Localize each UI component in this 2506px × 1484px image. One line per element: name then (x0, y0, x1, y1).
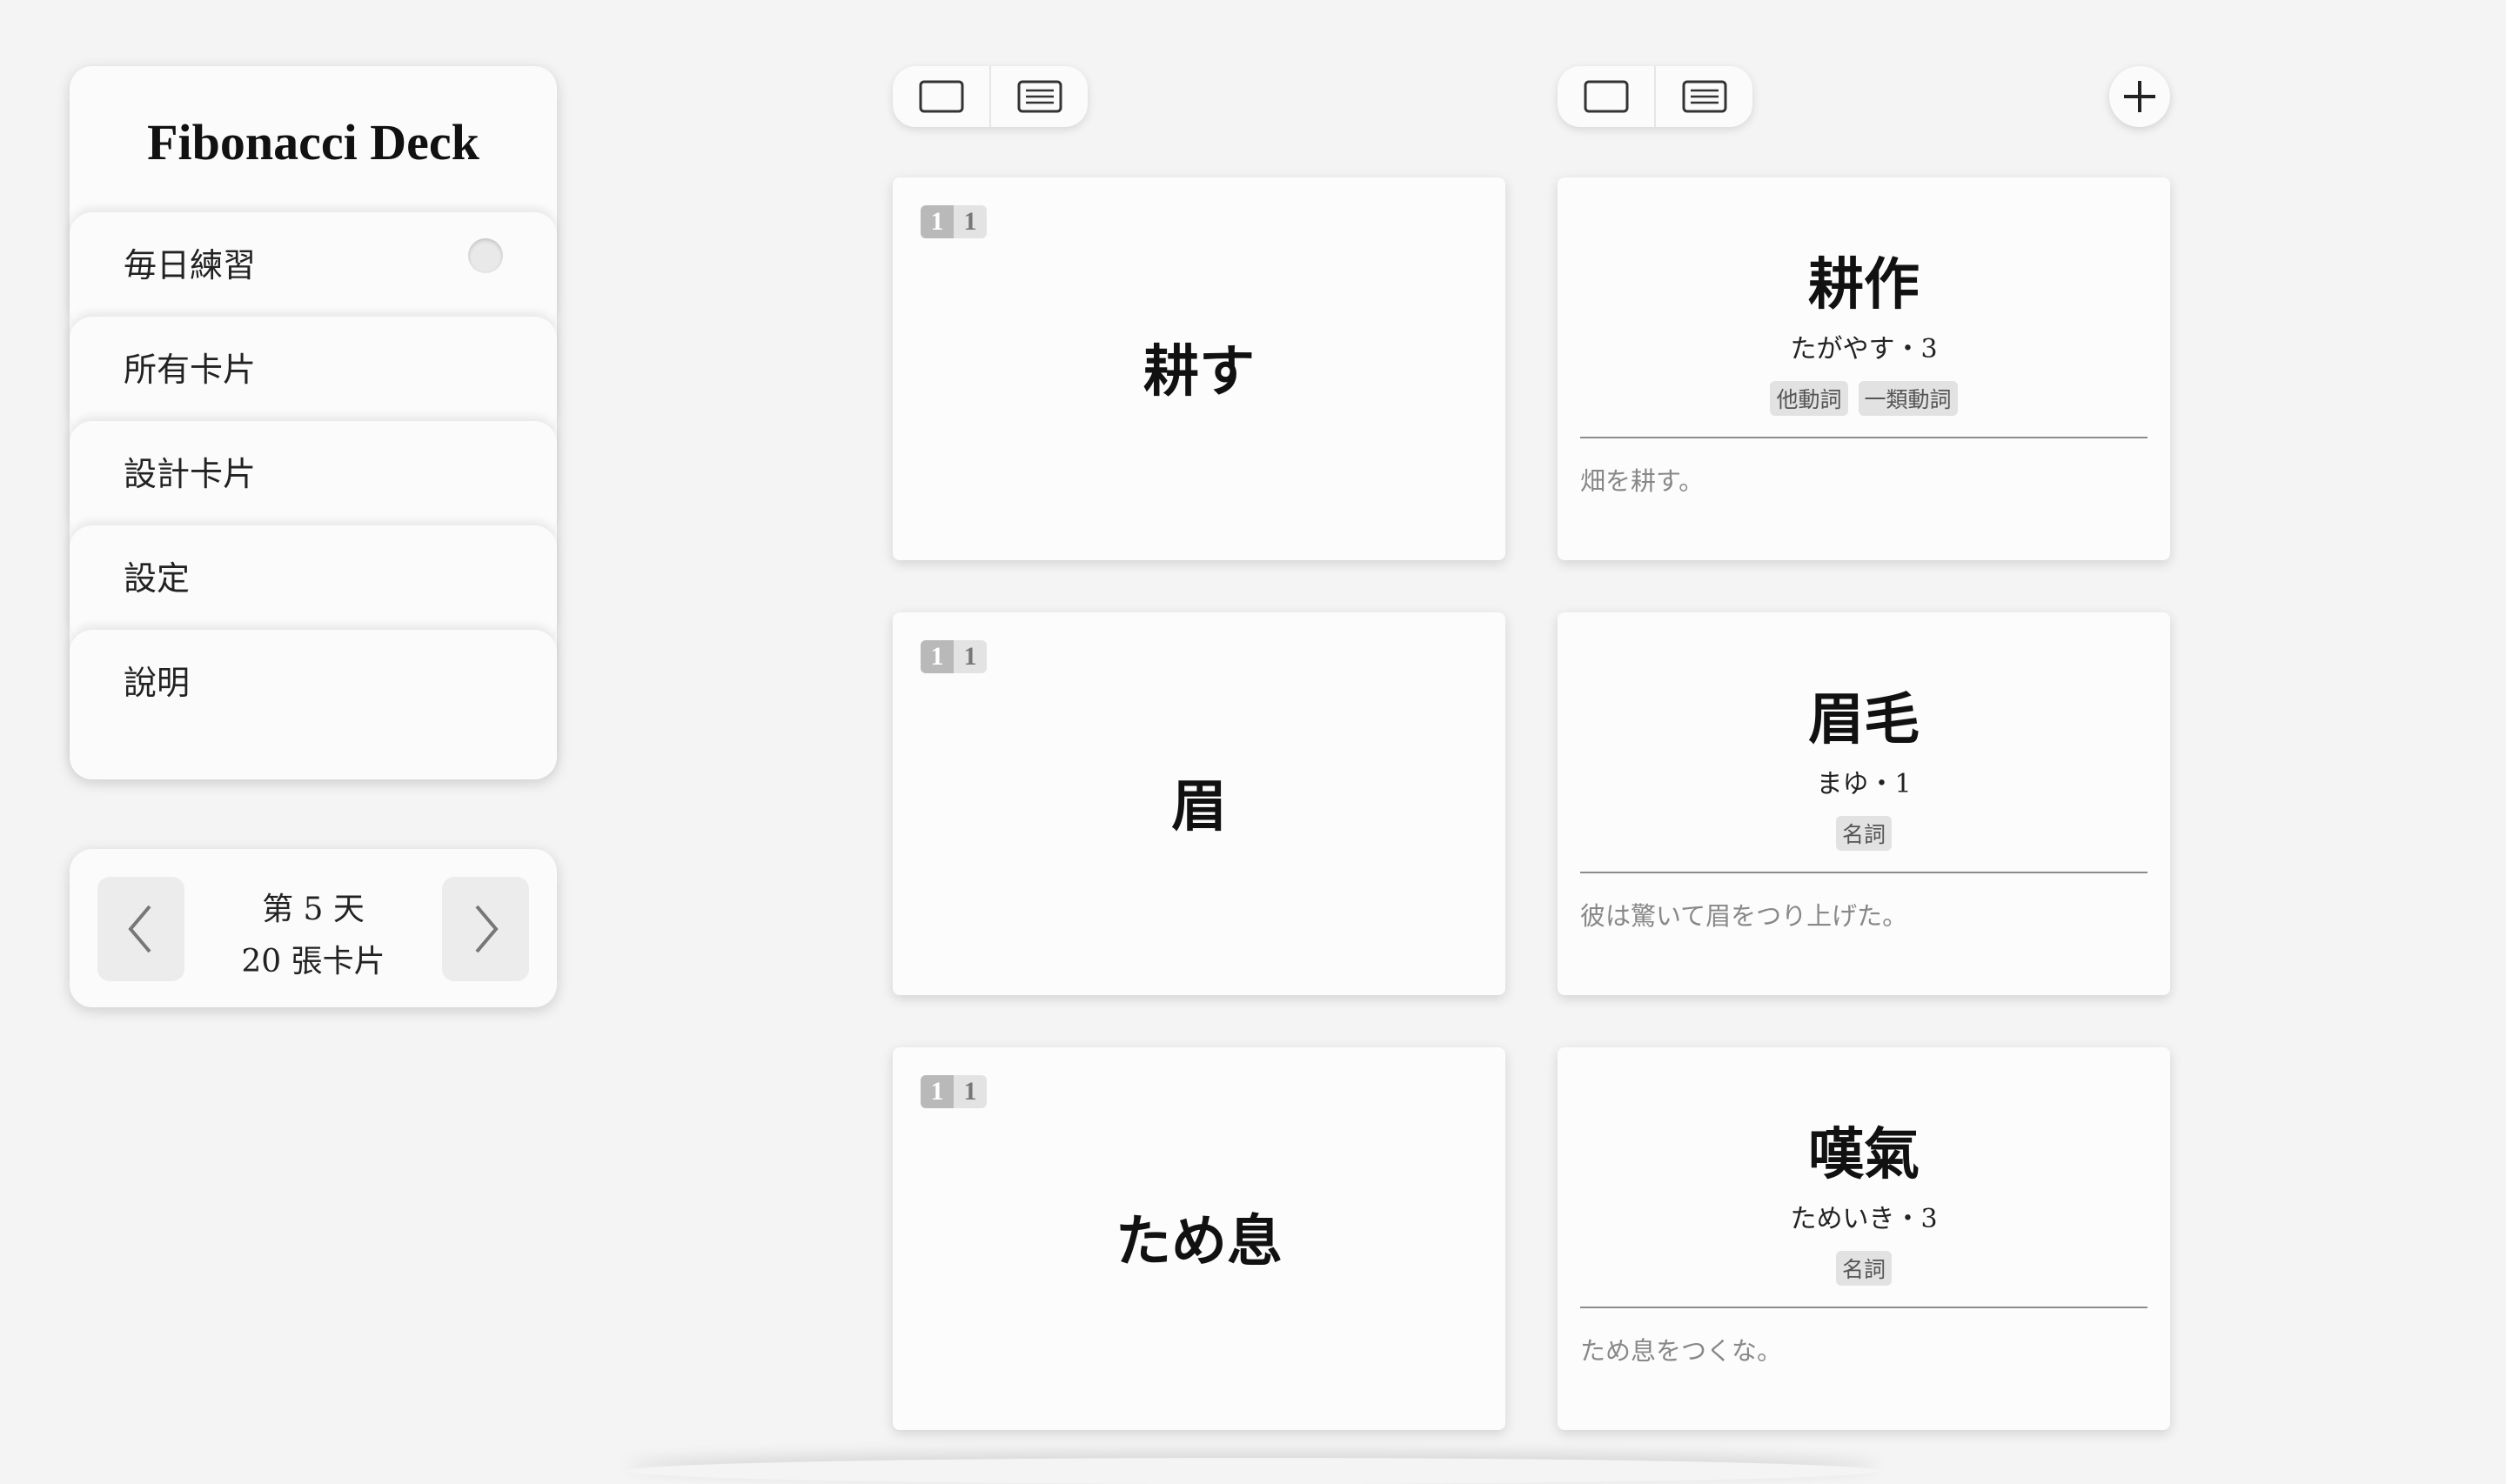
back-word: 嘆氣 (1808, 1122, 1920, 1187)
menu-item-help[interactable]: 說明 (70, 630, 557, 779)
tag: 他動詞 (1770, 381, 1848, 416)
card-view-icon (919, 80, 963, 113)
text-view-icon (1017, 80, 1062, 113)
menu-item-label: 毎日練習 (124, 246, 257, 284)
reading: たがやす・3 (1790, 334, 1938, 364)
reading: ためいき・3 (1790, 1204, 1938, 1234)
back-word: 眉毛 (1808, 687, 1920, 752)
menu-item-all-cards[interactable]: 所有卡片 (70, 317, 557, 435)
card-front[interactable]: 1 1 眉 (893, 612, 1505, 995)
menu-item-label: 設定 (124, 559, 191, 598)
card-front[interactable]: 1 1 耕す (893, 177, 1505, 560)
back-word: 耕作 (1808, 252, 1920, 318)
bottom-panel-edge (626, 1458, 1880, 1484)
example-sentence: ため息をつくな。 (1580, 1336, 1783, 1366)
card-back[interactable]: 嘆氣 ためいき・3 名詞 ため息をつくな。 (1558, 1047, 2170, 1430)
toggle-icon[interactable] (468, 238, 503, 273)
card-back[interactable]: 耕作 たがやす・3 他動詞 一類動詞 畑を耕す。 (1558, 177, 2170, 560)
sidebar-menu: Fibonacci Deck 毎日練習 所有卡片 設計卡片 設定 說明 (70, 66, 557, 779)
deck-title: Fibonacci Deck (147, 114, 479, 170)
example-sentence: 彼は驚いて眉をつり上げた。 (1580, 901, 1908, 931)
menu-item-label: 所有卡片 (124, 351, 257, 389)
badge-level: 1 (921, 640, 954, 673)
level-badge: 1 1 (921, 205, 987, 238)
next-day-button[interactable] (442, 877, 529, 981)
badge-level: 1 (921, 1075, 954, 1108)
back-view-toggle (1558, 66, 1752, 127)
menu-item-settings[interactable]: 設定 (70, 525, 557, 644)
tag-list: 他動詞 一類動詞 (1558, 381, 2170, 416)
menu-item-label: 說明 (124, 664, 191, 702)
tag-list: 名詞 (1558, 1251, 2170, 1286)
badge-level: 1 (921, 205, 954, 238)
card-view-button[interactable] (893, 66, 989, 127)
tag-list: 名詞 (1558, 816, 2170, 851)
plus-icon (2124, 81, 2155, 112)
example-sentence: 畑を耕す。 (1580, 466, 1705, 496)
front-word: ため息 (1116, 1209, 1283, 1274)
badge-count: 1 (954, 1075, 987, 1108)
menu-item-design-cards[interactable]: 設計卡片 (70, 421, 557, 539)
badge-count: 1 (954, 640, 987, 673)
tag: 名詞 (1835, 816, 1892, 851)
tag: 一類動詞 (1858, 381, 1958, 416)
menu-item-daily-practice[interactable]: 毎日練習 (70, 212, 557, 331)
reading: まゆ・1 (1816, 769, 1912, 799)
front-word: 眉 (1171, 774, 1227, 839)
divider (1580, 437, 2148, 438)
level-badge: 1 1 (921, 1075, 987, 1108)
level-badge: 1 1 (921, 640, 987, 673)
day-navigator: 第 5 天 20 張卡片 (70, 849, 557, 1007)
card-front[interactable]: 1 1 ため息 (893, 1047, 1505, 1430)
card-view-icon (1584, 80, 1628, 113)
divider (1580, 872, 2148, 873)
text-view-icon (1682, 80, 1726, 113)
divider (1580, 1307, 2148, 1308)
card-back[interactable]: 眉毛 まゆ・1 名詞 彼は驚いて眉をつり上げた。 (1558, 612, 2170, 995)
menu-item-label: 設計卡片 (124, 455, 257, 493)
chevron-right-icon (475, 905, 499, 953)
badge-count: 1 (954, 205, 987, 238)
text-view-button[interactable] (989, 66, 1088, 127)
card-view-button[interactable] (1558, 66, 1654, 127)
front-view-toggle (893, 66, 1088, 127)
text-view-button[interactable] (1654, 66, 1752, 127)
front-word: 耕す (1143, 339, 1255, 404)
tag: 名詞 (1835, 1251, 1892, 1286)
add-card-button[interactable] (2109, 66, 2170, 127)
